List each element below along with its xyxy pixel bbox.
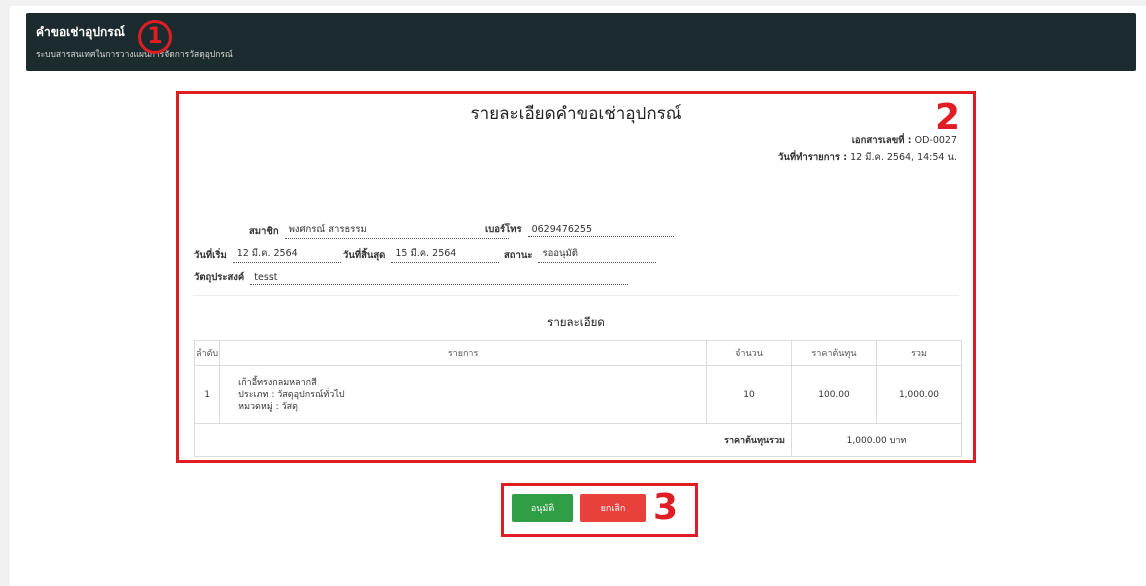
status-label: สถานะ [504, 250, 533, 261]
page-subtitle: ระบบสารสนเทศในการวางแผนการจัดการวัสดุอุป… [36, 50, 233, 60]
page-title: คำขอเช่าอุปกรณ์ [36, 25, 125, 39]
table-row: 1 เก้าอี้ทรงกลมหลากสี ประเภท : วัสดุอุปก… [193, 365, 962, 424]
row-num: 1 [193, 365, 221, 424]
phone-label: เบอร์โทร [485, 224, 522, 235]
annotation-marker-2: 2 [935, 97, 961, 138]
details-title: รายละเอียด [547, 315, 605, 329]
request-detail-panel: รายละเอียดคำขอเช่าอุปกรณ์ เอกสารเลขที่ :… [176, 91, 976, 463]
cancel-button[interactable]: ยกเลิก [580, 494, 646, 522]
col-header-qty: จำนวน [706, 340, 792, 366]
col-header-num: ลำดับ [193, 340, 221, 366]
table-header-row: ลำดับ รายการ จำนวน ราคาต้นทุน รวม [193, 340, 962, 366]
annotation-marker-3: 3 [653, 487, 679, 528]
item-type: ประเภท : วัสดุอุปกรณ์ทั่วไป [238, 389, 345, 400]
doc-date-value: 12 มี.ค. 2564, 14:54 น. [850, 152, 957, 163]
start-date-value: 12 มี.ค. 2564 [232, 246, 341, 263]
start-date-field: วันที่เริ่ม 12 มี.ค. 2564 [194, 246, 341, 263]
document-title: รายละเอียดคำขอเช่าอุปกรณ์ [470, 104, 682, 124]
total-label: ราคาต้นทุนรวม [194, 423, 792, 457]
total-row: ราคาต้นทุนรวม 1,000.00 บาท [194, 423, 962, 457]
phone-value: 0629476255 [527, 224, 674, 237]
item-category: หมวดหมู่ : วัสดุ [238, 401, 298, 412]
total-value: 1,000.00 บาท [791, 423, 962, 457]
col-header-price: ราคาต้นทุน [791, 340, 877, 366]
page-header: คำขอเช่าอุปกรณ์ ระบบสารสนเทศในการวางแผนก… [26, 13, 1136, 71]
item-name: เก้าอี้ทรงกลมหลากสี [238, 377, 317, 388]
status-value: รออนุมัติ [538, 246, 657, 263]
end-date-value: 15 มี.ค. 2564 [391, 246, 500, 263]
items-table: ลำดับ รายการ จำนวน ราคาต้นทุน รวม 1 เก้า… [193, 340, 962, 457]
col-header-sum: รวม [876, 340, 962, 366]
purpose-value: tesst [250, 272, 629, 285]
doc-date-label: วันที่ทำรายการ : [778, 152, 848, 163]
document-meta: เอกสารเลขที่ : OD-0027 วันที่ทำรายการ : … [778, 132, 957, 166]
purpose-label: วัตถุประสงค์ [194, 272, 245, 283]
row-price: 100.00 [791, 365, 877, 424]
end-date-label: วันที่สิ้นสุด [343, 250, 386, 261]
col-header-item: รายการ [219, 340, 707, 366]
end-date-field: วันที่สิ้นสุด 15 มี.ค. 2564 [343, 246, 500, 263]
member-value: พงศกรณ์ สารธรรม [284, 222, 509, 239]
start-date-label: วันที่เริ่ม [194, 250, 227, 261]
member-label: สมาชิก [249, 226, 279, 237]
row-sum: 1,000.00 [876, 365, 962, 424]
section-divider [193, 295, 959, 296]
phone-field: เบอร์โทร 0629476255 [485, 222, 674, 237]
approve-button[interactable]: อนุมัติ [512, 494, 573, 522]
row-qty: 10 [706, 365, 792, 424]
row-item: เก้าอี้ทรงกลมหลากสี ประเภท : วัสดุอุปกรณ… [219, 365, 707, 424]
doc-no-label: เอกสารเลขที่ : [851, 135, 912, 146]
member-field: สมาชิก พงศกรณ์ สารธรรม [249, 222, 509, 239]
status-field: สถานะ รออนุมัติ [504, 246, 657, 263]
annotation-marker-1: 1 [138, 20, 172, 54]
purpose-field: วัตถุประสงค์ tesst [194, 270, 629, 285]
